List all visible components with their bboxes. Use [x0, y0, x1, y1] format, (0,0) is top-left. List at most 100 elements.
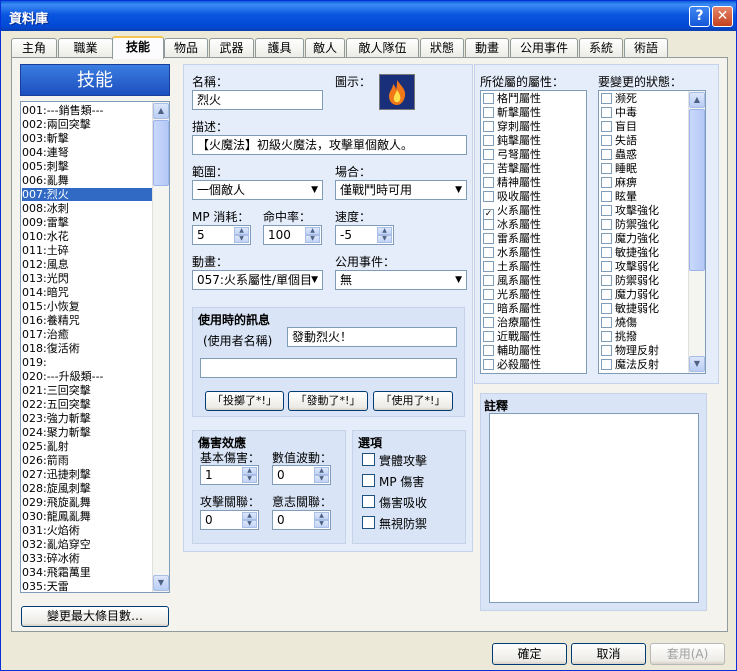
- tab-troops[interactable]: 敵人隊伍: [346, 38, 419, 58]
- activate-message-button[interactable]: 「發動了*!」: [288, 391, 368, 411]
- state-checkbox[interactable]: [601, 247, 612, 258]
- element-checkbox[interactable]: [483, 275, 494, 286]
- list-item[interactable]: 019:: [22, 356, 152, 369]
- list-item[interactable]: 003:斬擊: [22, 132, 152, 145]
- physical-attack-checkbox[interactable]: [362, 453, 375, 466]
- element-checkbox[interactable]: [483, 191, 494, 202]
- skill-listbox[interactable]: 001:---銷售類--- 002:兩回突擊 003:斬擊 004:連弩 005…: [20, 101, 170, 593]
- list-item[interactable]: 燒傷: [601, 316, 637, 329]
- speed-stepper[interactable]: -5 ▲ ▼: [335, 225, 394, 245]
- state-checkbox[interactable]: [601, 331, 612, 342]
- list-item[interactable]: 026:箭雨: [22, 454, 152, 467]
- list-item[interactable]: 004:連弩: [22, 146, 152, 159]
- list-item[interactable]: 精神屬性: [483, 176, 541, 189]
- state-checkbox[interactable]: [601, 107, 612, 118]
- list-item[interactable]: 006:亂舞: [22, 174, 152, 187]
- list-item[interactable]: 失語: [601, 134, 637, 147]
- description-input[interactable]: 【火魔法】初級火魔法，攻擊單個敵人。: [192, 135, 467, 155]
- spin-down-icon[interactable]: ▼: [305, 235, 320, 243]
- element-checkbox[interactable]: [483, 359, 494, 370]
- list-item[interactable]: 風系屬性: [483, 274, 541, 287]
- element-checkbox[interactable]: [483, 233, 494, 244]
- tab-terms[interactable]: 術語: [624, 38, 668, 58]
- state-checkbox[interactable]: [601, 191, 612, 202]
- spin-up-icon[interactable]: ▲: [242, 512, 257, 520]
- skill-icon-box[interactable]: [379, 74, 415, 110]
- list-item[interactable]: 濒死: [601, 92, 637, 105]
- element-checkbox[interactable]: [483, 345, 494, 356]
- list-item[interactable]: 攻擊弱化: [601, 260, 659, 273]
- state-checkbox[interactable]: [601, 135, 612, 146]
- spirit-relation-stepper[interactable]: 0 ▲ ▼: [272, 510, 331, 530]
- tab-armors[interactable]: 護具: [255, 38, 304, 58]
- element-checkbox[interactable]: [483, 107, 494, 118]
- attack-relation-stepper[interactable]: 0 ▲ ▼: [200, 510, 259, 530]
- spin-up-icon[interactable]: ▲: [242, 467, 257, 475]
- ignore-defense-checkbox[interactable]: [362, 516, 375, 529]
- scope-select[interactable]: 一個敵人 ▼: [192, 180, 323, 200]
- list-item[interactable]: 022:五回突擊: [22, 398, 152, 411]
- state-checkbox[interactable]: [601, 289, 612, 300]
- hit-rate-stepper[interactable]: 100 ▲ ▼: [263, 225, 322, 245]
- message-line2-input[interactable]: [200, 358, 457, 378]
- state-checkbox[interactable]: [601, 359, 612, 370]
- element-checkbox[interactable]: [483, 303, 494, 314]
- tab-enemies[interactable]: 敵人: [305, 38, 345, 58]
- spin-down-icon[interactable]: ▼: [234, 235, 249, 243]
- list-item[interactable]: 吸收屬性: [483, 190, 541, 203]
- element-checkbox[interactable]: [483, 219, 494, 230]
- state-checkbox[interactable]: [601, 121, 612, 132]
- spin-up-icon[interactable]: ▲: [305, 227, 320, 235]
- state-checkbox[interactable]: [601, 219, 612, 230]
- list-item[interactable]: 土系屬性: [483, 260, 541, 273]
- list-item[interactable]: 012:風息: [22, 258, 152, 271]
- list-item[interactable]: 魔力弱化: [601, 288, 659, 301]
- element-checkbox[interactable]: [483, 289, 494, 300]
- close-button[interactable]: ✕: [712, 6, 733, 27]
- absorb-damage-checkbox[interactable]: [362, 495, 375, 508]
- help-button[interactable]: ?: [689, 6, 710, 27]
- state-checkbox[interactable]: [601, 163, 612, 174]
- list-item[interactable]: 032:亂焰穿空: [22, 538, 152, 551]
- ok-button[interactable]: 確定: [492, 643, 567, 665]
- list-item[interactable]: 025:亂射: [22, 440, 152, 453]
- list-item[interactable]: 005:刺擊: [22, 160, 152, 173]
- element-checkbox[interactable]: [483, 135, 494, 146]
- list-item-selected[interactable]: 007:烈火: [22, 188, 152, 201]
- skill-list-scrollbar[interactable]: ▲ ▼: [152, 102, 169, 592]
- element-checkbox[interactable]: [483, 317, 494, 328]
- state-checkbox[interactable]: [601, 93, 612, 104]
- list-item[interactable]: 睡眠: [601, 162, 637, 175]
- list-item[interactable]: 盲目: [601, 120, 637, 133]
- list-item[interactable]: 治療屬性: [483, 316, 541, 329]
- list-item[interactable]: 攻擊強化: [601, 204, 659, 217]
- tab-skills[interactable]: 技能: [112, 36, 164, 59]
- mp-damage-checkbox[interactable]: [362, 474, 375, 487]
- tab-system[interactable]: 系統: [579, 38, 623, 58]
- list-item[interactable]: 028:旋風刺擊: [22, 482, 152, 495]
- list-item[interactable]: 水系屬性: [483, 246, 541, 259]
- list-item[interactable]: 024:聚力斬擊: [22, 426, 152, 439]
- list-item[interactable]: 015:小恢复: [22, 300, 152, 313]
- list-item[interactable]: 必殺屬性: [483, 358, 541, 371]
- list-item[interactable]: 麻痹: [601, 176, 637, 189]
- list-item[interactable]: 中毒: [601, 106, 637, 119]
- list-item[interactable]: 011:土碎: [22, 244, 152, 257]
- spin-down-icon[interactable]: ▼: [314, 475, 329, 483]
- spin-up-icon[interactable]: ▲: [314, 467, 329, 475]
- tab-items[interactable]: 物品: [164, 38, 208, 58]
- list-item[interactable]: 029:飛旋亂舞: [22, 496, 152, 509]
- scroll-down-arrow[interactable]: ▼: [689, 356, 705, 372]
- list-item[interactable]: 033:碎冰術: [22, 552, 152, 565]
- list-item[interactable]: 敏捷強化: [601, 246, 659, 259]
- list-item[interactable]: 防禦弱化: [601, 274, 659, 287]
- state-checkbox[interactable]: [601, 275, 612, 286]
- list-item[interactable]: 031:火焰術: [22, 524, 152, 537]
- animation-select[interactable]: 057:火系屬性/單個目 ▼: [192, 270, 323, 290]
- common-event-select[interactable]: 無 ▼: [335, 270, 467, 290]
- state-checkbox[interactable]: [601, 303, 612, 314]
- state-checkbox[interactable]: [601, 233, 612, 244]
- tab-animations[interactable]: 動畫: [465, 38, 509, 58]
- scroll-down-arrow[interactable]: ▼: [153, 575, 169, 591]
- use-message-button[interactable]: 「使用了*!」: [373, 391, 453, 411]
